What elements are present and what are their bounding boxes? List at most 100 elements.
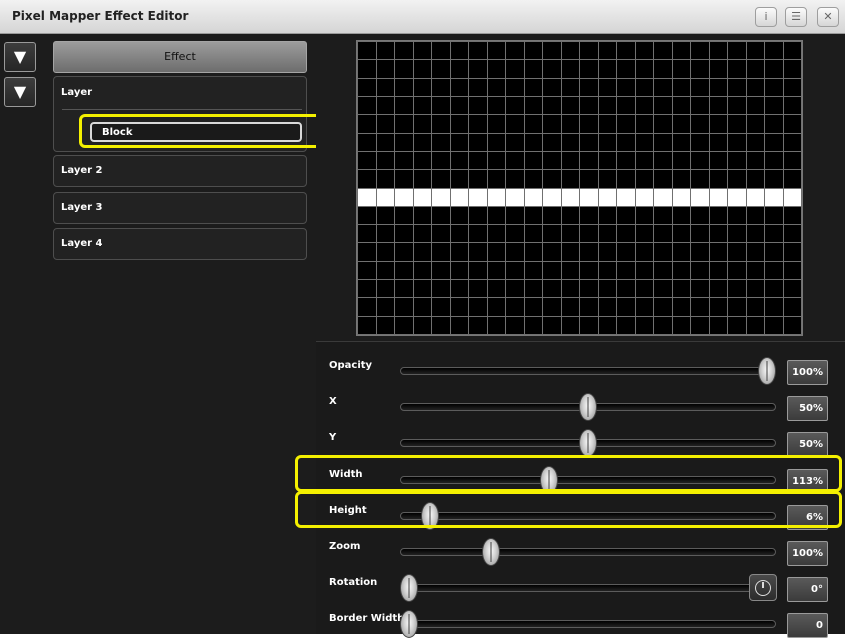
pixel-mapper-effect-editor: Pixel Mapper Effect Editor i ☰ ✕ ▼ ▼ Eff… — [0, 0, 845, 638]
pixel — [672, 42, 690, 60]
pixel — [395, 206, 413, 225]
pixel — [395, 225, 413, 243]
pixel — [506, 243, 524, 261]
pixel — [543, 243, 561, 261]
pixel — [358, 316, 376, 334]
pixel — [765, 115, 783, 133]
pixel — [413, 316, 431, 334]
pixel — [469, 151, 487, 170]
pixel — [765, 298, 783, 316]
y-value[interactable]: 50% — [787, 432, 828, 457]
pixel — [580, 316, 598, 334]
pixel — [413, 170, 431, 188]
pixel — [413, 78, 431, 96]
expand-effect-button[interactable]: ▼ — [4, 42, 36, 72]
layer-label: Layer 4 — [61, 238, 103, 249]
pixel — [395, 96, 413, 115]
close-button[interactable]: ✕ — [817, 7, 839, 27]
lit-pixel — [654, 188, 672, 206]
pixel — [635, 60, 653, 78]
pixel — [654, 151, 672, 170]
lit-pixel — [672, 188, 690, 206]
height-slider-track[interactable] — [400, 512, 776, 520]
y-slider-thumb[interactable] — [579, 429, 597, 457]
pixel — [506, 96, 524, 115]
pixel — [543, 151, 561, 170]
border-width-slider-track[interactable] — [400, 620, 776, 628]
height-value[interactable]: 6% — [787, 505, 828, 530]
width-value[interactable]: 113% — [787, 469, 828, 494]
pixel — [672, 78, 690, 96]
pixel — [395, 133, 413, 151]
rotation-value[interactable]: 0° — [787, 577, 828, 602]
pixel — [598, 316, 616, 334]
pixel — [691, 243, 709, 261]
pixel — [432, 243, 450, 261]
layer-item-4[interactable]: Layer 4 — [53, 228, 307, 260]
layer-item-3[interactable]: Layer 3 — [53, 192, 307, 224]
rotation-slider-track[interactable] — [400, 584, 776, 592]
pixel — [617, 206, 635, 225]
pixel — [506, 60, 524, 78]
pixel — [765, 206, 783, 225]
pixel — [580, 170, 598, 188]
pixel — [450, 316, 468, 334]
opacity-value[interactable]: 100% — [787, 360, 828, 385]
pixel — [598, 60, 616, 78]
width-slider-thumb[interactable] — [540, 466, 558, 494]
pixel — [432, 206, 450, 225]
pixel — [635, 78, 653, 96]
pixel — [598, 151, 616, 170]
pixel — [450, 115, 468, 133]
effect-button[interactable]: Effect — [53, 41, 307, 73]
x-value[interactable]: 50% — [787, 396, 828, 421]
pixel — [450, 78, 468, 96]
lit-pixel — [709, 188, 727, 206]
expand-layer-button[interactable]: ▼ — [4, 77, 36, 107]
zoom-value[interactable]: 100% — [787, 541, 828, 566]
pixel — [635, 151, 653, 170]
pixel — [617, 280, 635, 298]
pixel — [376, 316, 394, 334]
pixel — [765, 78, 783, 96]
pixel — [561, 96, 579, 115]
pixel — [617, 261, 635, 280]
pixel — [654, 206, 672, 225]
zoom-slider-thumb[interactable] — [482, 538, 500, 566]
pixel — [635, 225, 653, 243]
block-item[interactable]: Block — [90, 122, 302, 142]
width-slider-track[interactable] — [400, 476, 776, 484]
x-slider-thumb[interactable] — [579, 393, 597, 421]
pixel — [506, 115, 524, 133]
opacity-slider-thumb[interactable] — [758, 357, 776, 385]
layer-item-1[interactable]: Layer Block — [53, 76, 307, 152]
rotation-slider-thumb[interactable] — [400, 574, 418, 602]
info-button[interactable]: i — [755, 7, 777, 27]
pixel — [524, 316, 542, 334]
height-slider-thumb[interactable] — [421, 502, 439, 530]
pixel — [376, 78, 394, 96]
zoom-slider-track[interactable] — [400, 548, 776, 556]
layer-item-2[interactable]: Layer 2 — [53, 155, 307, 187]
lit-pixel — [617, 188, 635, 206]
pixel — [598, 42, 616, 60]
pixel — [728, 115, 746, 133]
pixel — [746, 280, 764, 298]
pixel — [765, 280, 783, 298]
pixel — [598, 96, 616, 115]
pixel — [524, 78, 542, 96]
pixel — [432, 60, 450, 78]
pixel — [543, 206, 561, 225]
pixel — [617, 151, 635, 170]
pixel — [469, 78, 487, 96]
pixel — [765, 60, 783, 78]
pixel — [783, 42, 801, 60]
pixel — [487, 298, 505, 316]
menu-button[interactable]: ☰ — [785, 7, 807, 27]
pixel — [783, 261, 801, 280]
pixel — [469, 96, 487, 115]
rotation-dial-button[interactable] — [749, 574, 777, 601]
opacity-slider-track[interactable] — [400, 367, 776, 375]
pixel — [561, 170, 579, 188]
border-width-value[interactable]: 0 — [787, 613, 828, 638]
